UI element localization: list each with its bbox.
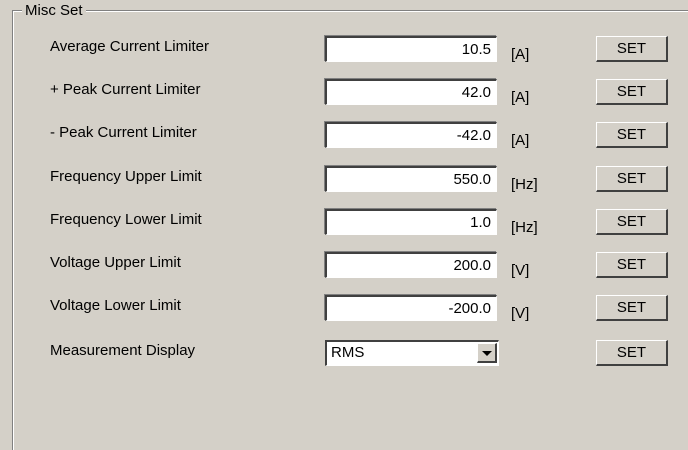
unit-label: [A]: [511, 132, 530, 149]
unit-label: [A]: [511, 46, 530, 63]
voltage-lower-limit-field[interactable]: [325, 295, 497, 321]
set-measurement-display-button[interactable]: SET: [596, 340, 668, 366]
setting-row-plus-peak-current-limiter: + Peak Current Limiter [A] SET: [0, 79, 688, 109]
minus-peak-current-limiter-input[interactable]: [327, 124, 496, 147]
frequency-upper-limit-field[interactable]: [325, 166, 497, 192]
voltage-upper-limit-field[interactable]: [325, 252, 497, 278]
setting-row-average-current-limiter: Average Current Limiter [A] SET: [0, 36, 688, 66]
unit-label: [V]: [511, 305, 530, 322]
average-current-limiter-field[interactable]: [325, 36, 497, 62]
setting-row-minus-peak-current-limiter: - Peak Current Limiter [A] SET: [0, 122, 688, 152]
setting-label: Frequency Upper Limit: [50, 168, 202, 185]
setting-row-frequency-lower-limit: Frequency Lower Limit [Hz] SET: [0, 209, 688, 239]
setting-label: Average Current Limiter: [50, 38, 209, 55]
measurement-display-select[interactable]: RMS: [325, 340, 499, 366]
setting-row-voltage-lower-limit: Voltage Lower Limit [V] SET: [0, 295, 688, 325]
frequency-lower-limit-input[interactable]: [327, 211, 496, 234]
setting-row-frequency-upper-limit: Frequency Upper Limit [Hz] SET: [0, 166, 688, 196]
unit-label: [Hz]: [511, 176, 538, 193]
setting-label: Voltage Lower Limit: [50, 297, 181, 314]
setting-label: Measurement Display: [50, 342, 196, 359]
frequency-upper-limit-input[interactable]: [327, 168, 496, 191]
set-voltage-upper-limit-button[interactable]: SET: [596, 252, 668, 278]
setting-row-voltage-upper-limit: Voltage Upper Limit [V] SET: [0, 252, 688, 282]
unit-label: [Hz]: [511, 219, 538, 236]
minus-peak-current-limiter-field[interactable]: [325, 122, 497, 148]
plus-peak-current-limiter-field[interactable]: [325, 79, 497, 105]
chevron-down-icon[interactable]: [477, 343, 497, 363]
groupbox-title: Misc Set: [22, 2, 86, 20]
set-average-current-limiter-button[interactable]: SET: [596, 36, 668, 62]
set-minus-peak-current-limiter-button[interactable]: SET: [596, 122, 668, 148]
setting-label: + Peak Current Limiter: [50, 81, 201, 98]
voltage-upper-limit-input[interactable]: [327, 254, 496, 277]
unit-label: [V]: [511, 262, 530, 279]
unit-label: [A]: [511, 89, 530, 106]
setting-label: - Peak Current Limiter: [50, 124, 197, 141]
set-voltage-lower-limit-button[interactable]: SET: [596, 295, 668, 321]
set-frequency-lower-limit-button[interactable]: SET: [596, 209, 668, 235]
measurement-display-value: RMS: [331, 344, 365, 361]
voltage-lower-limit-input[interactable]: [327, 297, 496, 320]
set-plus-peak-current-limiter-button[interactable]: SET: [596, 79, 668, 105]
average-current-limiter-input[interactable]: [327, 38, 496, 61]
setting-label: Voltage Upper Limit: [50, 254, 181, 271]
plus-peak-current-limiter-input[interactable]: [327, 81, 496, 104]
frequency-lower-limit-field[interactable]: [325, 209, 497, 235]
setting-label: Frequency Lower Limit: [50, 211, 202, 228]
set-frequency-upper-limit-button[interactable]: SET: [596, 166, 668, 192]
setting-row-measurement-display: Measurement Display RMS SET: [0, 340, 688, 370]
